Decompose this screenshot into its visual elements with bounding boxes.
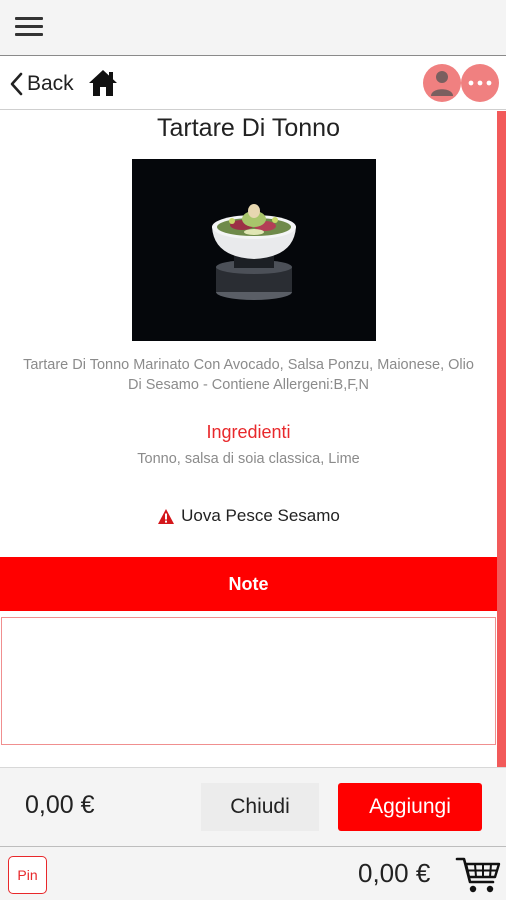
hamburger-menu-icon[interactable] (15, 17, 43, 37)
warning-triangle-icon (158, 508, 175, 524)
pin-button[interactable]: Pin (8, 856, 47, 894)
allergens-text: Uova Pesce Sesamo (181, 506, 340, 525)
navigation-bar: Back (0, 57, 506, 110)
item-price: 0,00 € (25, 791, 95, 819)
note-textarea[interactable] (1, 617, 496, 745)
scrollbar[interactable] (497, 111, 506, 767)
ingredients-heading: Ingredienti (206, 422, 291, 442)
user-button[interactable] (423, 64, 461, 102)
user-icon (431, 71, 453, 96)
product-photo (132, 159, 376, 341)
product-detail: Tartare Di Tonno Tartare Di Tonno Marina… (0, 111, 497, 767)
ingredients-list: Tonno, salsa di soia classica, Lime (137, 451, 360, 467)
home-icon[interactable] (88, 68, 118, 98)
close-button[interactable]: Chiudi (201, 783, 319, 831)
cart-total: 0,00 € (358, 858, 431, 888)
add-button[interactable]: Aggiungi (338, 783, 482, 831)
allergens-row: Uova Pesce Sesamo (0, 506, 497, 526)
top-bar (0, 0, 506, 56)
more-dots-icon (468, 80, 492, 86)
product-description: Tartare Di Tonno Marinato Con Avocado, S… (23, 357, 474, 393)
order-footer: 0,00 € Chiudi Aggiungi (0, 767, 506, 846)
back-button[interactable]: Back (9, 69, 74, 99)
product-title: Tartare Di Tonno (157, 114, 340, 142)
more-options-button[interactable] (461, 64, 499, 102)
back-label: Back (27, 72, 74, 95)
shopping-cart-icon[interactable] (455, 855, 501, 895)
cart-footer: Pin 0,00 € (0, 846, 506, 900)
note-header: Note (0, 557, 497, 611)
chevron-left-icon (10, 72, 23, 96)
